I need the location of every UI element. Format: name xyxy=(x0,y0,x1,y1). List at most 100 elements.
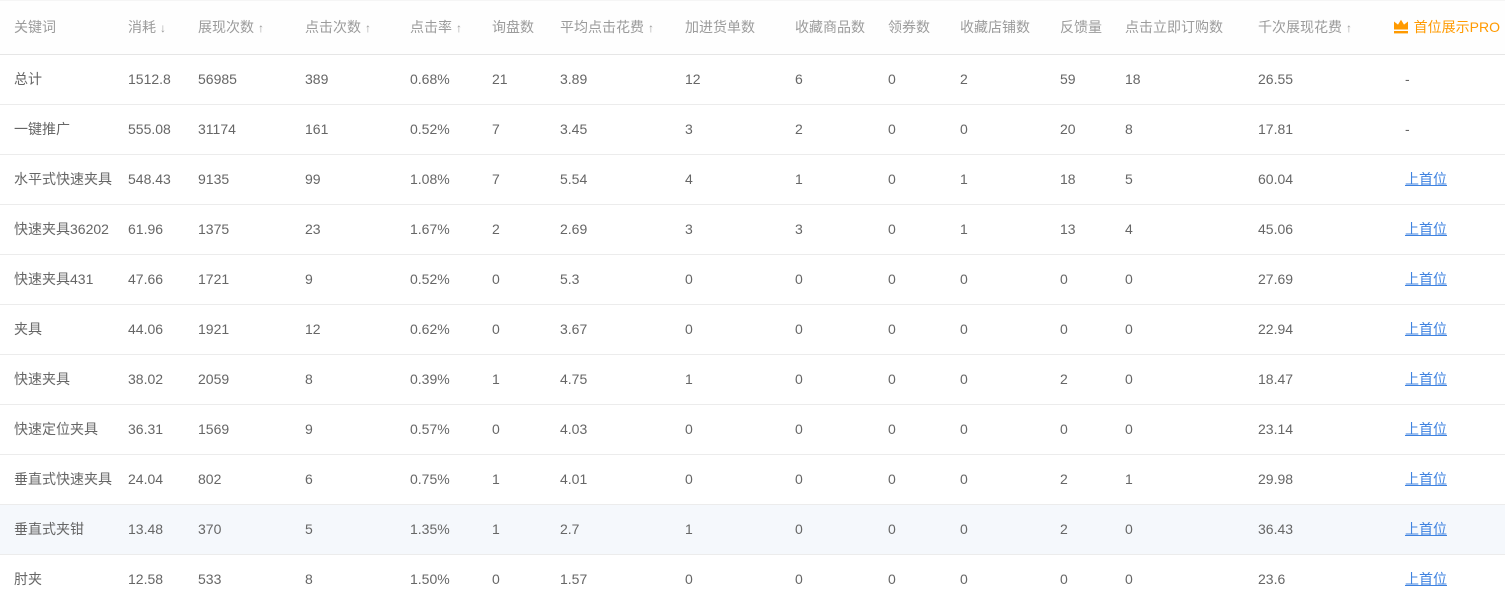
cell-ctr: 1.50% xyxy=(410,554,492,602)
column-label: 千次展现花费 xyxy=(1258,19,1342,35)
column-header-top_pro[interactable]: 首位展示PRO xyxy=(1390,1,1505,54)
top-position-link[interactable]: 上首位 xyxy=(1405,271,1447,287)
cell-ctr: 1.35% xyxy=(410,504,492,554)
cell-add_to_order: 1 xyxy=(685,504,795,554)
no-action-dash: - xyxy=(1405,71,1410,87)
sort-asc-icon: ↑ xyxy=(648,21,654,35)
top-position-link[interactable]: 上首位 xyxy=(1405,371,1447,387)
cell-top_pro: 上首位 xyxy=(1390,354,1505,404)
cell-fav_shops: 0 xyxy=(960,304,1060,354)
cell-ctr: 1.08% xyxy=(410,154,492,204)
cell-avg_click_cost: 3.89 xyxy=(560,54,685,104)
cell-inquiries: 0 xyxy=(492,404,560,454)
cell-feedback: 18 xyxy=(1060,154,1125,204)
cell-inquiries: 0 xyxy=(492,554,560,602)
crown-icon xyxy=(1393,19,1409,37)
cell-cost: 548.43 xyxy=(128,154,198,204)
cell-impressions: 56985 xyxy=(198,54,305,104)
cell-fav_shops: 0 xyxy=(960,454,1060,504)
cell-cpm: 23.6 xyxy=(1258,554,1390,602)
cell-cost: 555.08 xyxy=(128,104,198,154)
cell-clicks: 161 xyxy=(305,104,410,154)
column-header-cost[interactable]: 消耗↓ xyxy=(128,1,198,54)
column-label: 点击次数 xyxy=(305,19,361,35)
column-header-clicks[interactable]: 点击次数↑ xyxy=(305,1,410,54)
cell-impressions: 802 xyxy=(198,454,305,504)
cell-avg_click_cost: 1.57 xyxy=(560,554,685,602)
table-row: 肘夹12.5853381.50%01.5700000023.6上首位 xyxy=(0,554,1505,602)
cell-top_pro: 上首位 xyxy=(1390,304,1505,354)
cell-inquiries: 1 xyxy=(492,354,560,404)
top-position-link[interactable]: 上首位 xyxy=(1405,421,1447,437)
cell-coupons: 0 xyxy=(888,354,960,404)
cell-keyword: 垂直式快速夹具 xyxy=(0,454,128,504)
cell-impressions: 1375 xyxy=(198,204,305,254)
cell-fav_products: 2 xyxy=(795,104,888,154)
cell-add_to_order: 0 xyxy=(685,554,795,602)
cell-cpm: 45.06 xyxy=(1258,204,1390,254)
top-position-link[interactable]: 上首位 xyxy=(1405,221,1447,237)
sort-asc-icon: ↑ xyxy=(456,21,462,35)
cell-inquiries: 1 xyxy=(492,504,560,554)
cell-avg_click_cost: 3.67 xyxy=(560,304,685,354)
cell-click_order_now: 0 xyxy=(1125,304,1258,354)
cell-ctr: 0.39% xyxy=(410,354,492,404)
table-row: 垂直式快速夹具24.0480260.75%14.0100002129.98上首位 xyxy=(0,454,1505,504)
cell-avg_click_cost: 5.54 xyxy=(560,154,685,204)
cell-cost: 13.48 xyxy=(128,504,198,554)
column-header-keyword: 关键词 xyxy=(0,1,128,54)
cell-impressions: 1569 xyxy=(198,404,305,454)
column-label: 关键词 xyxy=(14,19,56,35)
cell-top_pro: 上首位 xyxy=(1390,254,1505,304)
column-header-feedback: 反馈量 xyxy=(1060,1,1125,54)
column-label: 展现次数 xyxy=(198,19,254,35)
cell-click_order_now: 0 xyxy=(1125,254,1258,304)
cell-impressions: 1721 xyxy=(198,254,305,304)
cell-fav_products: 3 xyxy=(795,204,888,254)
cell-impressions: 370 xyxy=(198,504,305,554)
column-header-avg_click_cost[interactable]: 平均点击花费 ↑ xyxy=(560,1,685,54)
keyword-report-table-panel: 关键词消耗↓展现次数↑点击次数↑点击率↑询盘数平均点击花费↑加进货单数收藏商品数… xyxy=(0,0,1505,602)
cell-clicks: 389 xyxy=(305,54,410,104)
cell-cpm: 18.47 xyxy=(1258,354,1390,404)
top-position-link[interactable]: 上首位 xyxy=(1405,571,1447,587)
cell-top_pro: 上首位 xyxy=(1390,204,1505,254)
column-header-fav_shops: 收藏店铺数 xyxy=(960,1,1060,54)
column-label: 消耗 xyxy=(128,19,156,35)
column-header-cpm[interactable]: 千次展现花费↑ xyxy=(1258,1,1390,54)
cell-clicks: 99 xyxy=(305,154,410,204)
cell-impressions: 9135 xyxy=(198,154,305,204)
column-label: 收藏商品数 xyxy=(795,19,865,35)
cell-clicks: 5 xyxy=(305,504,410,554)
table-row: 水平式快速夹具548.439135991.08%75.54410118560.0… xyxy=(0,154,1505,204)
column-label: 加进货单数 xyxy=(685,19,755,35)
column-label: 点击率 xyxy=(410,19,452,35)
cell-fav_shops: 0 xyxy=(960,554,1060,602)
cell-feedback: 0 xyxy=(1060,404,1125,454)
cell-inquiries: 0 xyxy=(492,304,560,354)
column-header-ctr[interactable]: 点击率 ↑ xyxy=(410,1,492,54)
cell-fav_shops: 1 xyxy=(960,204,1060,254)
cell-ctr: 1.67% xyxy=(410,204,492,254)
top-position-link[interactable]: 上首位 xyxy=(1405,171,1447,187)
column-header-impressions[interactable]: 展现次数↑ xyxy=(198,1,305,54)
cell-click_order_now: 18 xyxy=(1125,54,1258,104)
cell-add_to_order: 0 xyxy=(685,404,795,454)
cell-coupons: 0 xyxy=(888,104,960,154)
cell-top_pro: 上首位 xyxy=(1390,404,1505,454)
cell-avg_click_cost: 4.03 xyxy=(560,404,685,454)
top-position-link[interactable]: 上首位 xyxy=(1405,471,1447,487)
cell-cost: 1512.8 xyxy=(128,54,198,104)
cell-keyword: 总计 xyxy=(0,54,128,104)
column-label: 平均点击花费 xyxy=(560,19,644,35)
cell-coupons: 0 xyxy=(888,304,960,354)
cell-feedback: 2 xyxy=(1060,454,1125,504)
table-row: 一键推广555.08311741610.52%73.45320020817.81… xyxy=(0,104,1505,154)
top-position-link[interactable]: 上首位 xyxy=(1405,321,1447,337)
cell-clicks: 8 xyxy=(305,554,410,602)
table-row: 快速夹具38.02205980.39%14.7510002018.47上首位 xyxy=(0,354,1505,404)
top-position-link[interactable]: 上首位 xyxy=(1405,521,1447,537)
cell-keyword: 快速夹具 xyxy=(0,354,128,404)
cell-add_to_order: 0 xyxy=(685,254,795,304)
cell-add_to_order: 3 xyxy=(685,204,795,254)
